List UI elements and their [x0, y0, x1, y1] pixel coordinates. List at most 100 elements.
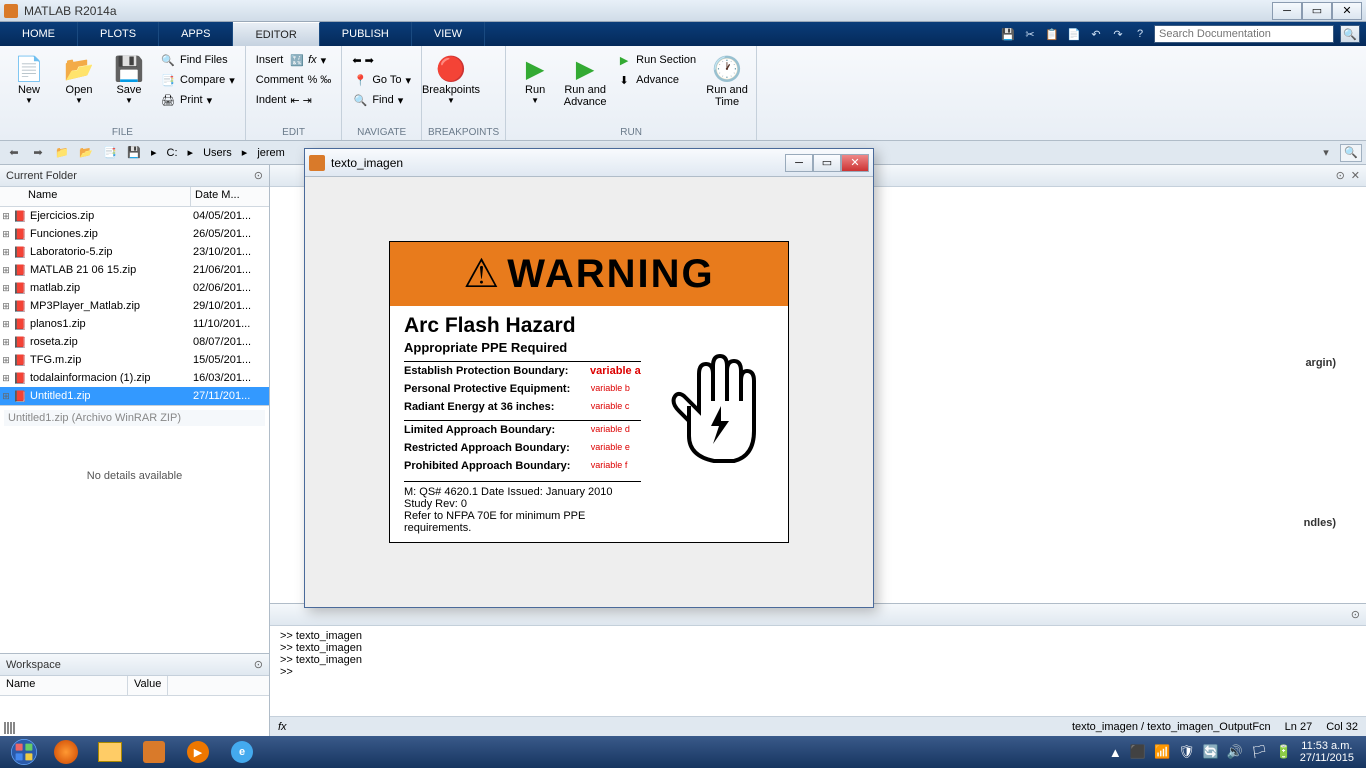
file-row[interactable]: ⊞📕planos1.zip11/10/201... [0, 315, 269, 333]
taskbar-explorer[interactable] [89, 738, 131, 766]
figure-maximize-button[interactable]: ▭ [813, 154, 841, 172]
close-button[interactable]: ✕ [1332, 2, 1362, 20]
file-row[interactable]: ⊞📕todalainformacion (1).zip16/03/201... [0, 369, 269, 387]
nav-bookmark-icon[interactable]: 📑 [100, 144, 120, 162]
figure-titlebar[interactable]: texto_imagen ─ ▭ ✕ [305, 149, 873, 177]
expand-icon[interactable]: ⊞ [0, 319, 12, 330]
run-section-button[interactable]: ▶Run Section [612, 50, 700, 70]
figure-window[interactable]: texto_imagen ─ ▭ ✕ ⚠ WARNING Arc Flash H… [304, 148, 874, 608]
nav-back-icon[interactable]: ⬅ [4, 144, 24, 162]
panel-menu-icon[interactable]: ⊙ [254, 658, 263, 671]
path-drive[interactable]: C: [164, 147, 181, 159]
compare-button[interactable]: 📑Compare ▾ [156, 70, 239, 90]
col-date[interactable]: Date M... [191, 187, 269, 206]
file-row[interactable]: ⊞📕matlab.zip02/06/201... [0, 279, 269, 297]
quick-save-icon[interactable]: 💾 [1000, 26, 1016, 42]
taskbar-firefox[interactable] [45, 738, 87, 766]
nav-arrows[interactable]: ⬅ ➡ [348, 50, 415, 70]
search-documentation-input[interactable] [1154, 25, 1334, 43]
tray-shield-icon[interactable]: 🛡 [1178, 744, 1195, 760]
quick-copy-icon[interactable]: 📋 [1044, 26, 1060, 42]
start-button[interactable] [4, 738, 44, 766]
goto-button[interactable]: 📍Go To ▾ [348, 70, 415, 90]
taskbar-ie[interactable]: e [221, 738, 263, 766]
quick-redo-icon[interactable]: ↷ [1110, 26, 1126, 42]
path-dropdown-icon[interactable]: ▾ [1316, 144, 1336, 162]
command-window[interactable]: >> texto_imagen>> texto_imagen>> texto_i… [270, 626, 1366, 716]
tab-apps[interactable]: APPS [159, 22, 233, 46]
tray-clock[interactable]: 11:53 a.m. 27/11/2015 [1300, 740, 1354, 764]
path-user[interactable]: jerem [254, 147, 288, 159]
find-button[interactable]: 🔍Find ▾ [348, 90, 415, 110]
expand-icon[interactable]: ⊞ [0, 283, 12, 294]
tray-sync-icon[interactable]: 🔄 [1203, 744, 1219, 760]
console-menu-icon[interactable]: ⊙ [1351, 608, 1360, 621]
tray-battery-icon[interactable]: 🔋 [1276, 744, 1292, 760]
editor-close-icon[interactable]: ✕ [1351, 169, 1360, 182]
expand-icon[interactable]: ⊞ [0, 265, 12, 276]
quick-undo-icon[interactable]: ↶ [1088, 26, 1104, 42]
run-time-button[interactable]: 🕐Run and Time [704, 50, 750, 112]
quick-paste-icon[interactable]: 📄 [1066, 26, 1082, 42]
figure-close-button[interactable]: ✕ [841, 154, 869, 172]
file-row[interactable]: ⊞📕MP3Player_Matlab.zip29/10/201... [0, 297, 269, 315]
expand-icon[interactable]: ⊞ [0, 355, 12, 366]
expand-icon[interactable]: ⊞ [0, 391, 12, 402]
file-row[interactable]: ⊞📕Funciones.zip26/05/201... [0, 225, 269, 243]
tray-volume-icon[interactable]: 🔊 [1227, 744, 1243, 760]
ws-col-name[interactable]: Name [0, 676, 128, 695]
taskbar-matlab[interactable] [133, 738, 175, 766]
expand-icon[interactable]: ⊞ [0, 373, 12, 384]
run-advance-button[interactable]: ▶Run and Advance [562, 50, 608, 112]
tray-app-icon[interactable]: ⬛ [1130, 744, 1146, 760]
breakpoints-button[interactable]: 🔴Breakpoints▼ [428, 50, 474, 109]
file-row[interactable]: ⊞📕MATLAB 21 06 15.zip21/06/201... [0, 261, 269, 279]
tab-publish[interactable]: PUBLISH [320, 22, 412, 46]
find-files-button[interactable]: 🔍Find Files [156, 50, 239, 70]
maximize-button[interactable]: ▭ [1302, 2, 1332, 20]
path-search-icon[interactable]: 🔍 [1340, 144, 1362, 162]
col-name[interactable]: Name [24, 187, 191, 206]
run-button[interactable]: ▶Run▼ [512, 50, 558, 109]
file-row[interactable]: ⊞📕Ejercicios.zip04/05/201... [0, 207, 269, 225]
taskbar-media[interactable]: ▶ [177, 738, 219, 766]
print-button[interactable]: 🖨Print ▾ [156, 90, 239, 110]
file-row[interactable]: ⊞📕TFG.m.zip15/05/201... [0, 351, 269, 369]
quick-cut-icon[interactable]: ✂ [1022, 26, 1038, 42]
new-button[interactable]: 📄New▼ [6, 50, 52, 109]
minimize-button[interactable]: ─ [1272, 2, 1302, 20]
tray-network-icon[interactable]: 📶 [1154, 744, 1170, 760]
expand-icon[interactable]: ⊞ [0, 211, 12, 222]
insert-button[interactable]: Insert 🔣 fx ▾ [252, 50, 336, 70]
tab-home[interactable]: HOME [0, 22, 78, 46]
ws-col-value[interactable]: Value [128, 676, 168, 695]
path-users[interactable]: Users [200, 147, 235, 159]
nav-fwd-icon[interactable]: ➡ [28, 144, 48, 162]
quick-help-icon[interactable]: ? [1132, 26, 1148, 42]
nav-folder-icon[interactable]: 📂 [76, 144, 96, 162]
run-group-label: RUN [512, 125, 750, 140]
file-row[interactable]: ⊞📕Laboratorio-5.zip23/10/201... [0, 243, 269, 261]
file-row[interactable]: ⊞📕roseta.zip08/07/201... [0, 333, 269, 351]
tray-flag-icon[interactable]: 🏳 [1251, 744, 1268, 760]
expand-icon[interactable]: ⊞ [0, 229, 12, 240]
figure-minimize-button[interactable]: ─ [785, 154, 813, 172]
open-button[interactable]: 📂Open▼ [56, 50, 102, 109]
tab-view[interactable]: VIEW [412, 22, 485, 46]
panel-menu-icon[interactable]: ⊙ [254, 169, 263, 182]
tab-editor[interactable]: EDITOR [233, 22, 319, 46]
expand-icon[interactable]: ⊞ [0, 337, 12, 348]
expand-icon[interactable]: ⊞ [0, 247, 12, 258]
nav-disk-icon[interactable]: 💾 [124, 144, 144, 162]
expand-icon[interactable]: ⊞ [0, 301, 12, 312]
file-row[interactable]: ⊞📕Untitled1.zip27/11/201... [0, 387, 269, 405]
comment-button[interactable]: Comment % ‰ [252, 70, 336, 90]
editor-menu-icon[interactable]: ⊙ [1336, 169, 1345, 182]
nav-up-icon[interactable]: 📁 [52, 144, 72, 162]
indent-button[interactable]: Indent ⇤ ⇥ [252, 90, 336, 110]
tab-plots[interactable]: PLOTS [78, 22, 159, 46]
advance-button[interactable]: ⬇Advance [612, 70, 700, 90]
tray-up-icon[interactable]: ▲ [1109, 745, 1122, 760]
save-button[interactable]: 💾Save▼ [106, 50, 152, 109]
search-documentation-button[interactable]: 🔍 [1340, 25, 1360, 43]
